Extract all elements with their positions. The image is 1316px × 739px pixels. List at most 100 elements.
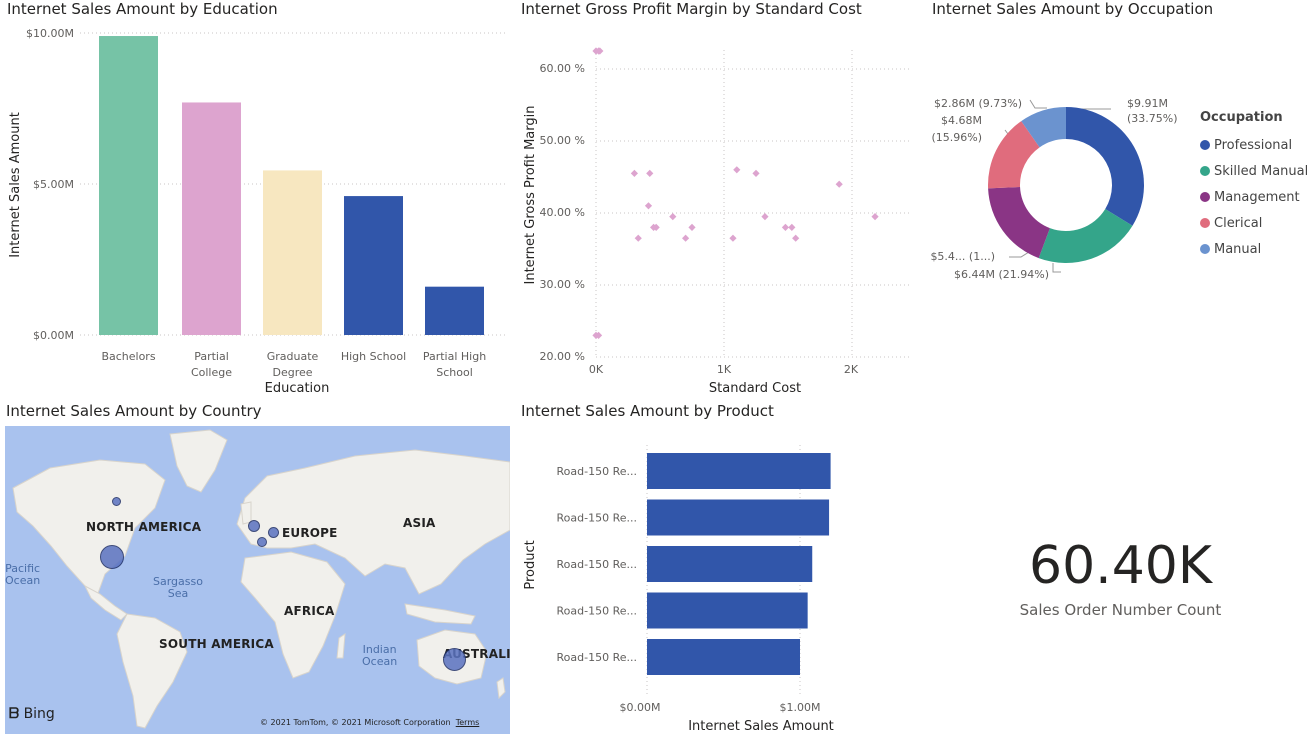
product-category-label: Road-150 Re...	[557, 512, 637, 525]
category-label: Bachelors	[101, 350, 155, 363]
legend-dot-icon	[1200, 244, 1210, 254]
region-label: ASIA	[403, 516, 436, 530]
legend-dot-icon	[1200, 192, 1210, 202]
bing-logo-text: Bing	[23, 706, 55, 722]
margin-x-tick: 1K	[717, 363, 732, 376]
donut-slice	[988, 186, 1050, 259]
margin-x-axis-title: Standard Cost	[709, 381, 801, 396]
product-bar	[647, 453, 831, 489]
central-america-land	[83, 584, 128, 621]
bar	[263, 170, 322, 335]
product-chart: Internet Sales Amount by Product $0.00M …	[515, 400, 915, 739]
new-zealand-land	[496, 677, 506, 700]
category-label: High School	[341, 350, 406, 363]
product-category-label: Road-150 Re...	[557, 558, 637, 571]
scatter-point	[788, 223, 796, 231]
occupation-data-label: (15.96%)	[931, 131, 982, 144]
category-label: Partial High School	[423, 350, 486, 379]
product-x-tick: $1.00M	[780, 701, 821, 714]
ocean-label: Sargasso Sea	[153, 575, 203, 600]
bing-b-icon: ᗷ	[9, 706, 20, 722]
region-label: AFRICA	[284, 604, 335, 618]
card-label: Sales Order Number Count	[1019, 601, 1222, 619]
legend-item[interactable]: Management	[1200, 184, 1308, 210]
indonesia-land	[404, 603, 476, 625]
region-label: EUROPE	[282, 526, 338, 540]
legend-label: Professional	[1214, 137, 1293, 153]
occupation-data-label: $9.91M	[1127, 97, 1168, 110]
scatter-point	[682, 234, 690, 242]
education-x-axis-title: Education	[265, 381, 330, 396]
margin-y-tick: 40.00 %	[540, 206, 585, 219]
product-x-axis-title: Internet Sales Amount	[688, 719, 834, 734]
category-label: Partial College	[191, 350, 232, 379]
greenland-land	[169, 429, 228, 493]
country-bubble-france[interactable]	[257, 537, 267, 547]
occupation-data-label: $5.4... (1...)	[930, 250, 995, 263]
margin-chart: Internet Gross Profit Margin by Standard…	[515, 0, 915, 400]
legend-dot-icon	[1200, 218, 1210, 228]
region-label: NORTH AMERICA	[86, 520, 202, 534]
legend-item[interactable]: Manual	[1200, 236, 1308, 262]
margin-chart-plot: 60.00 % 50.00 % 40.00 % 30.00 % 20.00 % …	[523, 47, 910, 396]
bing-logo: ᗷ Bing	[9, 706, 55, 722]
map-terms-link[interactable]: Terms	[456, 718, 480, 727]
occupation-data-label: $2.86M (9.73%)	[934, 97, 1022, 110]
education-y-tick: $0.00M	[33, 329, 74, 342]
education-y-axis-title: Internet Sales Amount	[8, 112, 23, 258]
bar	[425, 286, 484, 335]
scatter-point	[634, 234, 642, 242]
scatter-point	[871, 213, 879, 221]
country-bubble-united-kingdom[interactable]	[248, 520, 260, 532]
map-copyright-text: © 2021 TomTom, © 2021 Microsoft Corporat…	[260, 718, 451, 727]
education-chart-plot: $10.00M $5.00M $0.00M Internet Sales Amo…	[8, 27, 505, 396]
scatter-point	[596, 47, 604, 55]
margin-y-tick: 60.00 %	[540, 62, 585, 75]
occupation-legend: Occupation Professional Skilled Manual Man…	[1200, 110, 1308, 262]
scatter-point	[733, 166, 741, 174]
scatter-point	[781, 223, 790, 231]
education-chart: Internet Sales Amount by Education $10.0…	[0, 0, 510, 400]
region-label: SOUTH AMERICA	[159, 637, 274, 651]
legend-label: Clerical	[1214, 215, 1263, 231]
scatter-point	[792, 234, 800, 242]
legend-label: Skilled Manual	[1214, 163, 1309, 179]
product-category-label: Road-150 Re...	[557, 465, 637, 478]
product-bar	[647, 499, 830, 536]
map-copyright: © 2021 TomTom, © 2021 Microsoft Corporat…	[260, 718, 479, 727]
map-canvas[interactable]: NORTH AMERICA EUROPE ASIA AFRICA SOUTH A…	[5, 426, 510, 734]
occupation-data-label: $6.44M (21.94%)	[954, 268, 1049, 281]
legend-item[interactable]: Clerical	[1200, 210, 1308, 236]
ocean-label: Indian Ocean	[362, 643, 398, 668]
scatter-point	[761, 213, 769, 221]
legend-dot-icon	[1200, 140, 1210, 150]
scatter-point	[752, 169, 760, 177]
product-bar	[647, 546, 813, 582]
ocean-label: Pacific Ocean	[5, 562, 41, 587]
country-bubble-canada[interactable]	[112, 497, 121, 506]
product-y-axis-title: Product	[523, 540, 538, 589]
scatter-point	[729, 234, 737, 242]
margin-x-tick: 2K	[844, 363, 859, 376]
country-bubble-germany[interactable]	[268, 527, 279, 538]
legend-item[interactable]: Professional	[1200, 132, 1308, 158]
bar	[344, 196, 403, 335]
legend-title: Occupation	[1200, 110, 1283, 125]
scatter-point	[644, 202, 653, 210]
margin-y-tick: 20.00 %	[540, 350, 585, 363]
kpi-card: 60.40K Sales Order Number Count	[925, 400, 1316, 739]
card-value: 60.40K	[1029, 536, 1212, 596]
margin-x-tick: 0K	[589, 363, 604, 376]
scatter-point	[688, 223, 696, 231]
country-bubble-united-states[interactable]	[100, 545, 124, 569]
scatter-point	[669, 213, 677, 221]
map-land	[12, 429, 510, 729]
country-bubble-australia[interactable]	[443, 648, 466, 671]
label-leader-line	[1052, 263, 1061, 273]
bar	[182, 102, 241, 336]
madagascar-land	[336, 633, 346, 659]
education-y-tick: $5.00M	[33, 178, 74, 191]
legend-item[interactable]: Skilled Manual	[1200, 158, 1308, 184]
occupation-data-label: (33.75%)	[1127, 112, 1178, 125]
country-map-visual: Internet Sales Amount by Country NORTH A…	[0, 400, 512, 739]
